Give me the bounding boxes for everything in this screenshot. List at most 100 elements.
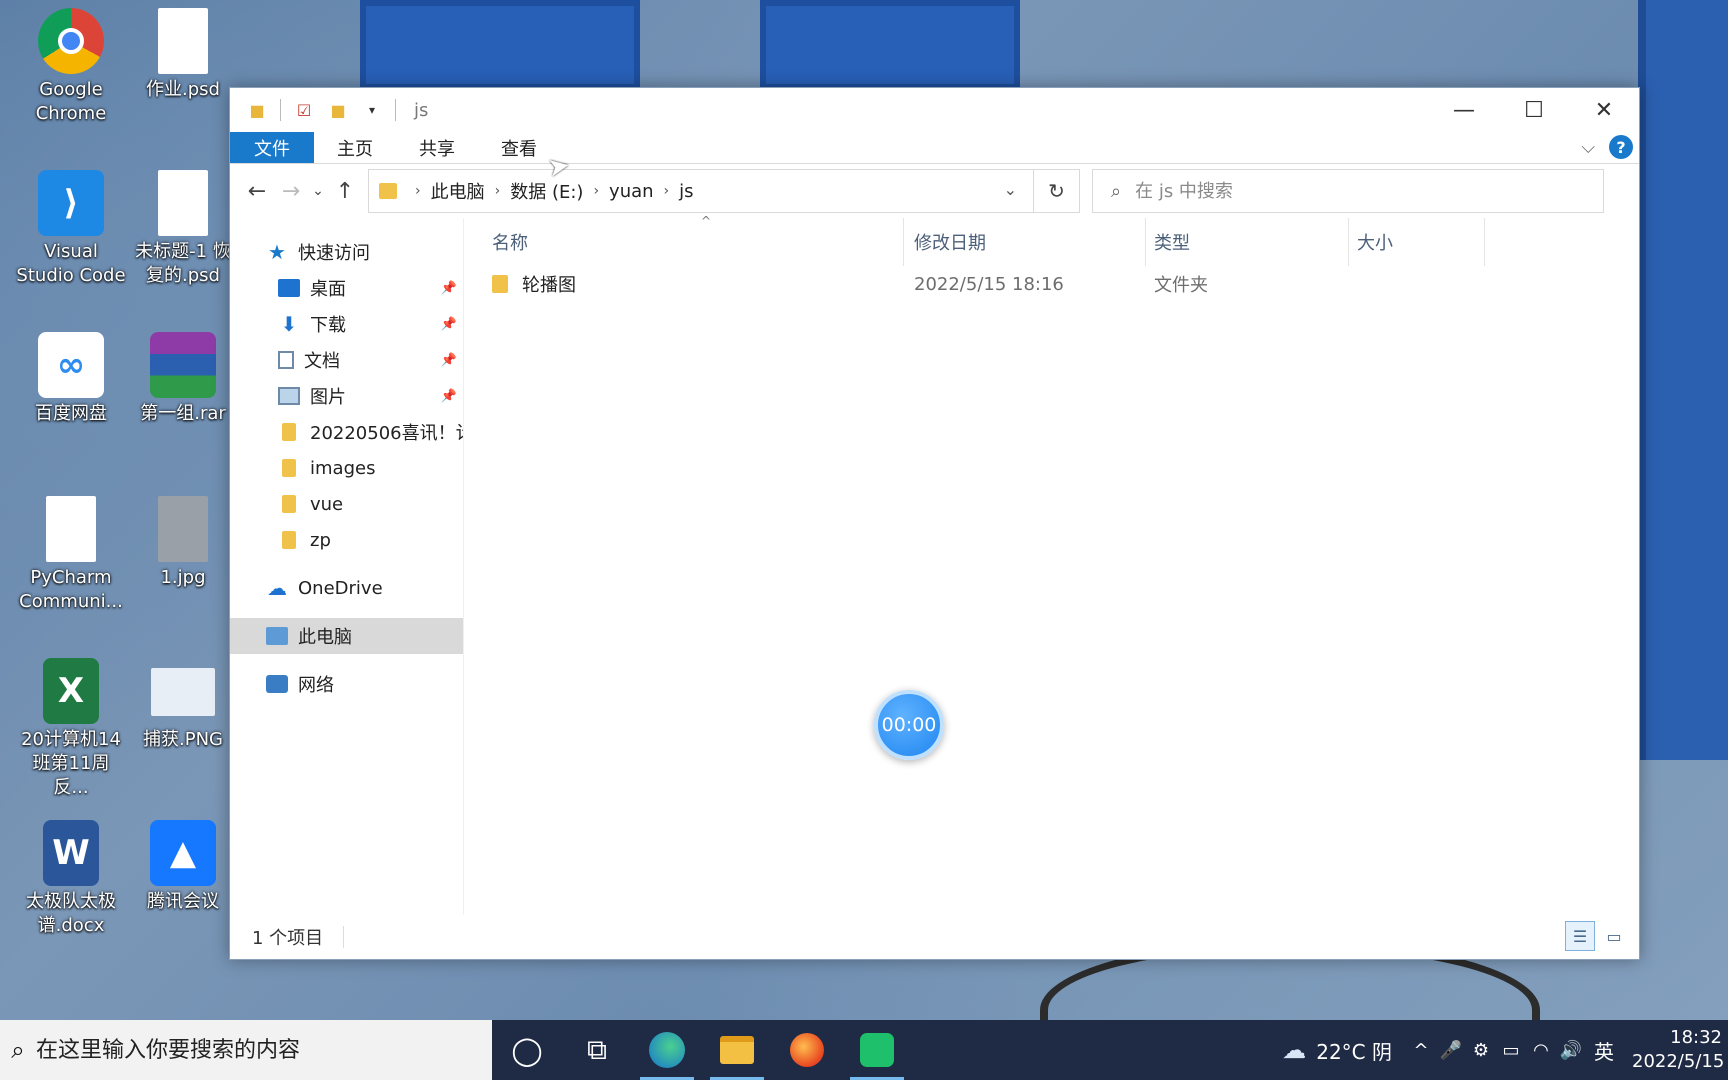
clock[interactable]: 18:32 2022/5/15 (1632, 1026, 1728, 1074)
desktop-icon-label: PyCharm Communi... (19, 567, 123, 612)
cortana-button[interactable]: ◯ (492, 1020, 562, 1080)
properties-icon[interactable]: ☑ (293, 99, 315, 121)
desktop-icon-jpg[interactable]: 1.jpg (128, 496, 238, 590)
minimize-button[interactable]: — (1429, 88, 1499, 132)
desktop-icon-png[interactable]: 捕获.PNG (128, 658, 238, 752)
network-icon (266, 675, 288, 693)
sidebar-item-downloads[interactable]: ⬇ 下载 📌 (230, 306, 463, 342)
weather-text[interactable]: 22°C 阴 (1316, 1036, 1392, 1065)
battery-icon[interactable]: ▭ (1496, 1040, 1526, 1061)
desktop-icon-rar[interactable]: 第一组.rar (128, 332, 238, 426)
desktop-icon-psd[interactable]: 作业.psd (128, 8, 238, 102)
taskbar-app-edge[interactable] (632, 1020, 702, 1080)
breadcrumb-chevron-icon[interactable]: › (664, 183, 670, 199)
navigation-pane: ★ 快速访问 桌面 📌 ⬇ 下载 📌 文档 📌 图片 📌 20220506喜讯！… (230, 218, 464, 915)
help-icon[interactable]: ? (1609, 135, 1633, 159)
taskbar-search[interactable]: ⌕ (0, 1020, 492, 1080)
tab-home[interactable]: 主页 (314, 132, 396, 163)
sidebar-item-documents[interactable]: 文档 📌 (230, 342, 463, 378)
sidebar-item-folder-20220506[interactable]: 20220506喜讯！计 (230, 414, 463, 450)
sidebar-item-label: images (310, 457, 376, 479)
breadcrumb-chevron-icon[interactable]: › (495, 183, 501, 199)
desktop-icon-chrome[interactable]: Google Chrome (16, 8, 126, 126)
folder-icon (282, 531, 296, 549)
sort-ascending-icon: ^ (701, 214, 712, 228)
file-icon (158, 8, 208, 74)
explorer-body: ★ 快速访问 桌面 📌 ⬇ 下载 📌 文档 📌 图片 📌 20220506喜讯！… (230, 214, 1639, 915)
sidebar-item-desktop[interactable]: 桌面 📌 (230, 270, 463, 306)
close-button[interactable]: ✕ (1569, 88, 1639, 132)
desktop-icon-label: Google Chrome (35, 79, 107, 124)
recording-timer[interactable]: 00:00 (874, 690, 944, 760)
taskbar-search-input[interactable] (36, 1037, 476, 1063)
sidebar-item-folder-zp[interactable]: zp (230, 522, 463, 558)
maximize-button[interactable]: ☐ (1499, 88, 1569, 132)
desktop-icon-word[interactable]: W 太极队太极谱.docx (16, 820, 126, 938)
wifi-icon[interactable]: ◠ (1526, 1040, 1556, 1061)
tencent-meeting-icon: ▲ (150, 820, 216, 886)
column-header-type[interactable]: 类型 (1146, 218, 1349, 266)
recent-locations-button[interactable]: ⌄ (308, 174, 328, 208)
desktop-icon-vscode[interactable]: ⟩ Visual Studio Code (16, 170, 126, 288)
breadcrumb-chevron-icon[interactable]: › (593, 183, 599, 199)
table-row[interactable]: 轮播图 2022/5/15 18:16 文件夹 (464, 266, 1639, 302)
details-view-button[interactable]: ☰ (1565, 921, 1595, 951)
desktop-icon-psd-recovered[interactable]: 未标题-1 恢复的.psd (128, 170, 238, 288)
divider (343, 926, 345, 948)
tray-app-icon[interactable]: ⚙ (1466, 1040, 1496, 1061)
column-header-date[interactable]: 修改日期 (904, 218, 1146, 266)
address-history-chevron-down-icon[interactable]: ⌄ (1004, 180, 1017, 199)
expand-ribbon-chevron-down-icon[interactable]: ⌵ (1581, 137, 1595, 158)
folder-icon (379, 183, 397, 199)
taskbar-app-file-explorer[interactable] (702, 1020, 772, 1080)
volume-icon[interactable]: 🔊 (1556, 1040, 1586, 1061)
desktop-icon-excel[interactable]: X 20计算机14班第11周反... (16, 658, 126, 800)
cloud-weather-icon[interactable]: ☁ (1282, 1036, 1306, 1064)
column-header-name[interactable]: 名称 (464, 218, 904, 266)
refresh-button[interactable]: ↻ (1033, 170, 1079, 212)
search-input[interactable] (1135, 180, 1556, 202)
sidebar-item-label: 文档 (304, 351, 340, 372)
sidebar-item-network[interactable]: 网络 (230, 666, 463, 702)
folder-icon (282, 495, 296, 513)
show-hidden-icons-chevron-up-icon[interactable]: ^ (1406, 1040, 1436, 1061)
sidebar-item-this-pc[interactable]: 此电脑 (230, 618, 463, 654)
file-explorer-icon (720, 1036, 754, 1064)
sidebar-item-quick-access[interactable]: ★ 快速访问 (230, 234, 463, 270)
new-folder-icon[interactable]: ■ (327, 99, 349, 121)
desktop-icon-label: 未标题-1 恢复的.psd (135, 241, 231, 286)
task-view-button[interactable]: ⧉ (562, 1020, 632, 1080)
sidebar-item-folder-images[interactable]: images (230, 450, 463, 486)
breadcrumb-chevron-icon[interactable]: › (415, 183, 421, 199)
title-bar[interactable]: ■ ☑ ■ ▾ js — ☐ ✕ (230, 88, 1639, 132)
sidebar-item-onedrive[interactable]: ☁ OneDrive (230, 570, 463, 606)
sidebar-item-folder-vue[interactable]: vue (230, 486, 463, 522)
desktop-icon (278, 279, 300, 297)
folder-icon (492, 275, 508, 293)
tab-file[interactable]: 文件 (230, 132, 314, 163)
desktop-icon-pycharm[interactable]: PyCharm Communi... (16, 496, 126, 614)
input-method-indicator[interactable]: 英 (1594, 1036, 1614, 1065)
desktop-icon-baidu-netdisk[interactable]: ∞ 百度网盘 (16, 332, 126, 426)
column-header-size[interactable]: 大小 (1349, 218, 1485, 266)
desktop-icon-label: 20计算机14班第11周反... (21, 729, 121, 798)
large-icons-view-button[interactable]: ▭ (1599, 921, 1629, 951)
breadcrumb-yuan[interactable]: yuan (609, 181, 654, 202)
search-box[interactable]: ⌕ (1092, 169, 1604, 213)
taskbar-app-green[interactable] (842, 1020, 912, 1080)
breadcrumb-drive-e[interactable]: 数据 (E:) (510, 178, 583, 204)
sidebar-item-pictures[interactable]: 图片 📌 (230, 378, 463, 414)
breadcrumb-js[interactable]: js (679, 181, 693, 202)
customize-toolbar-icon[interactable]: ▾ (361, 99, 383, 121)
window-title: js (414, 99, 429, 121)
address-bar[interactable]: › 此电脑 › 数据 (E:) › yuan › js ⌄ ↻ (368, 169, 1080, 213)
tab-share[interactable]: 共享 (396, 132, 478, 163)
close-icon: ✕ (1594, 97, 1614, 123)
breadcrumb-this-pc[interactable]: 此电脑 (431, 178, 485, 204)
taskbar-app-firefox[interactable] (772, 1020, 842, 1080)
desktop-icon-tencent-meeting[interactable]: ▲ 腾讯会议 (128, 820, 238, 914)
back-button[interactable]: ← (240, 174, 274, 208)
microphone-icon[interactable]: 🎤 (1436, 1040, 1466, 1061)
up-button[interactable]: ↑ (328, 174, 362, 208)
forward-button[interactable]: → (274, 174, 308, 208)
